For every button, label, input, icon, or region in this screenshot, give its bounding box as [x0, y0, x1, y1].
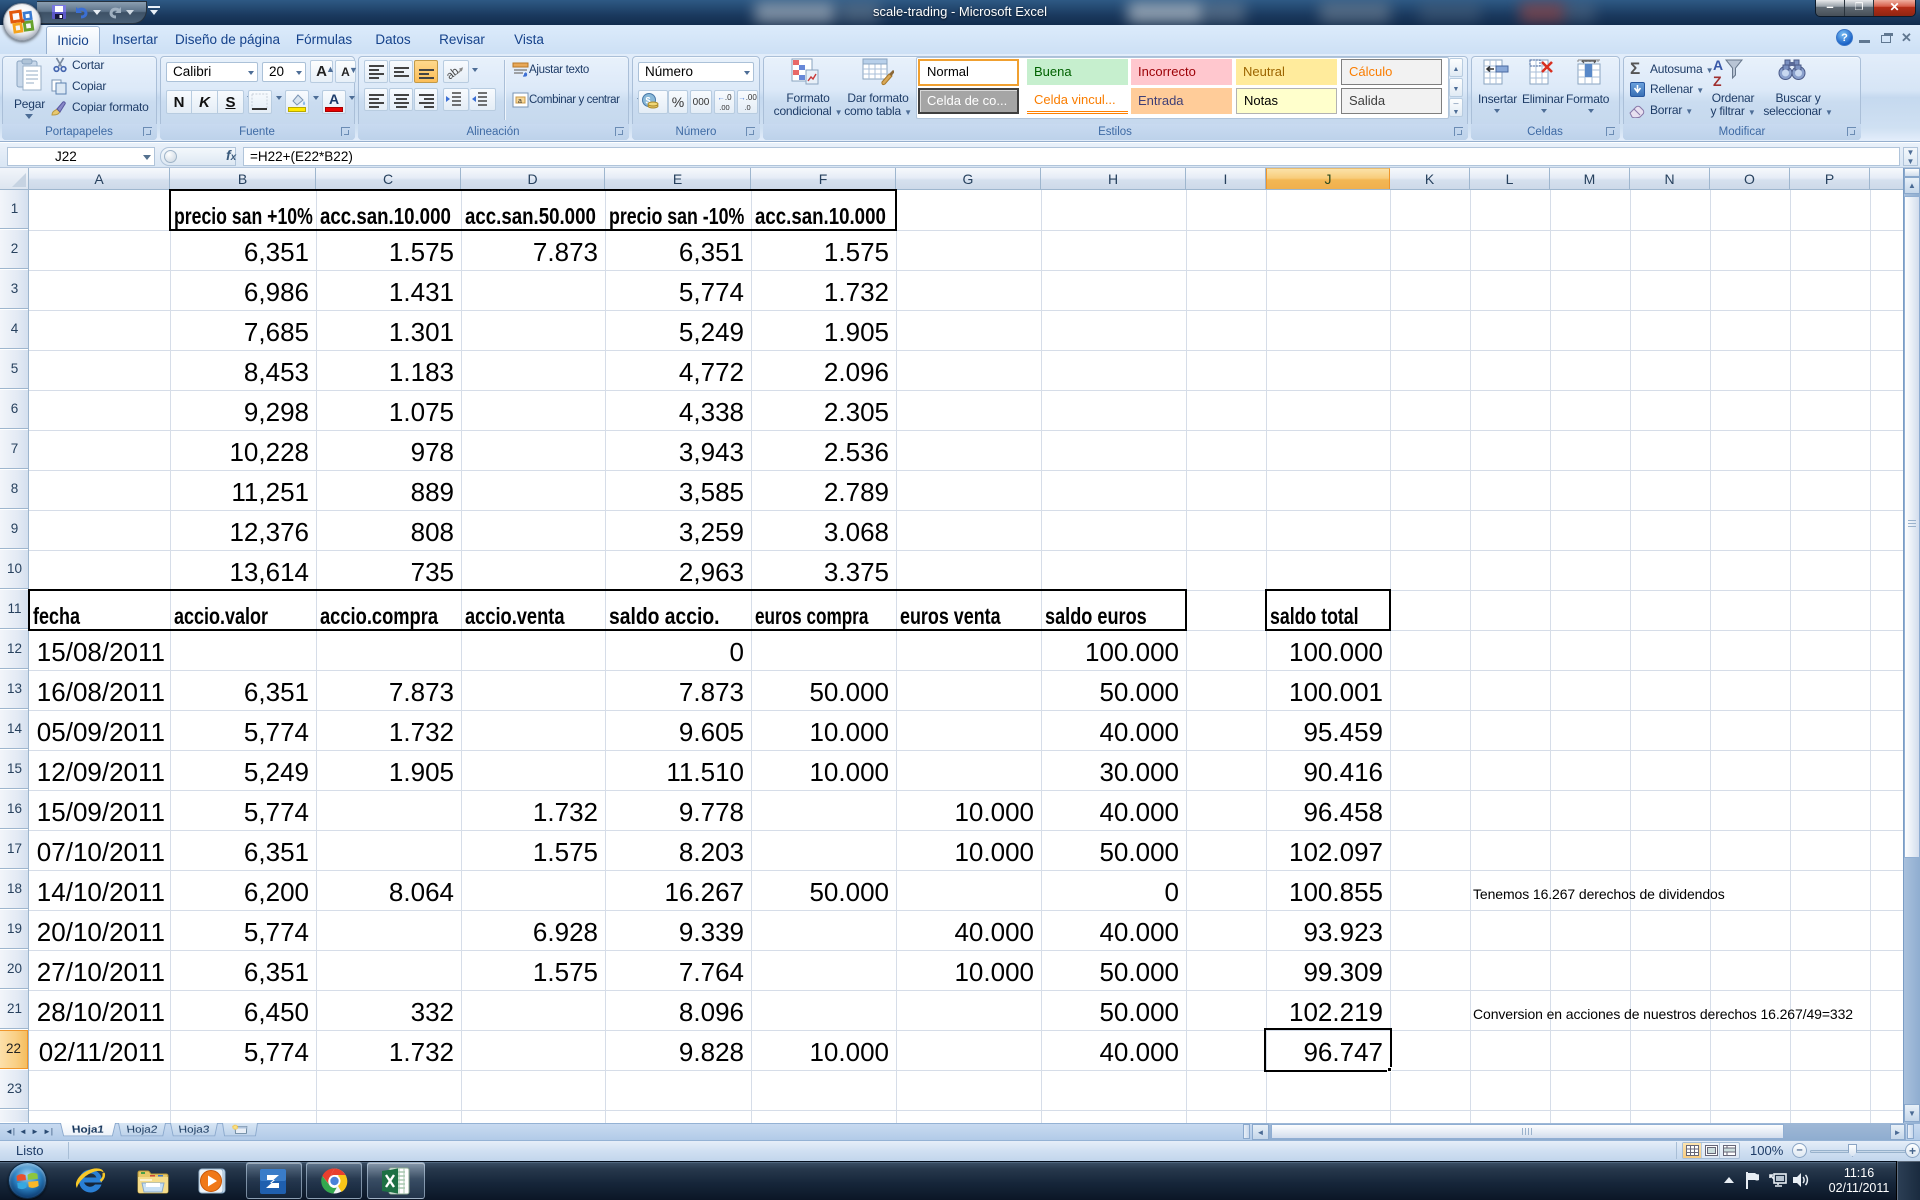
- svg-text:Z: Z: [1713, 73, 1722, 89]
- svg-text:a: a: [518, 98, 522, 105]
- svg-text:A: A: [1713, 57, 1723, 73]
